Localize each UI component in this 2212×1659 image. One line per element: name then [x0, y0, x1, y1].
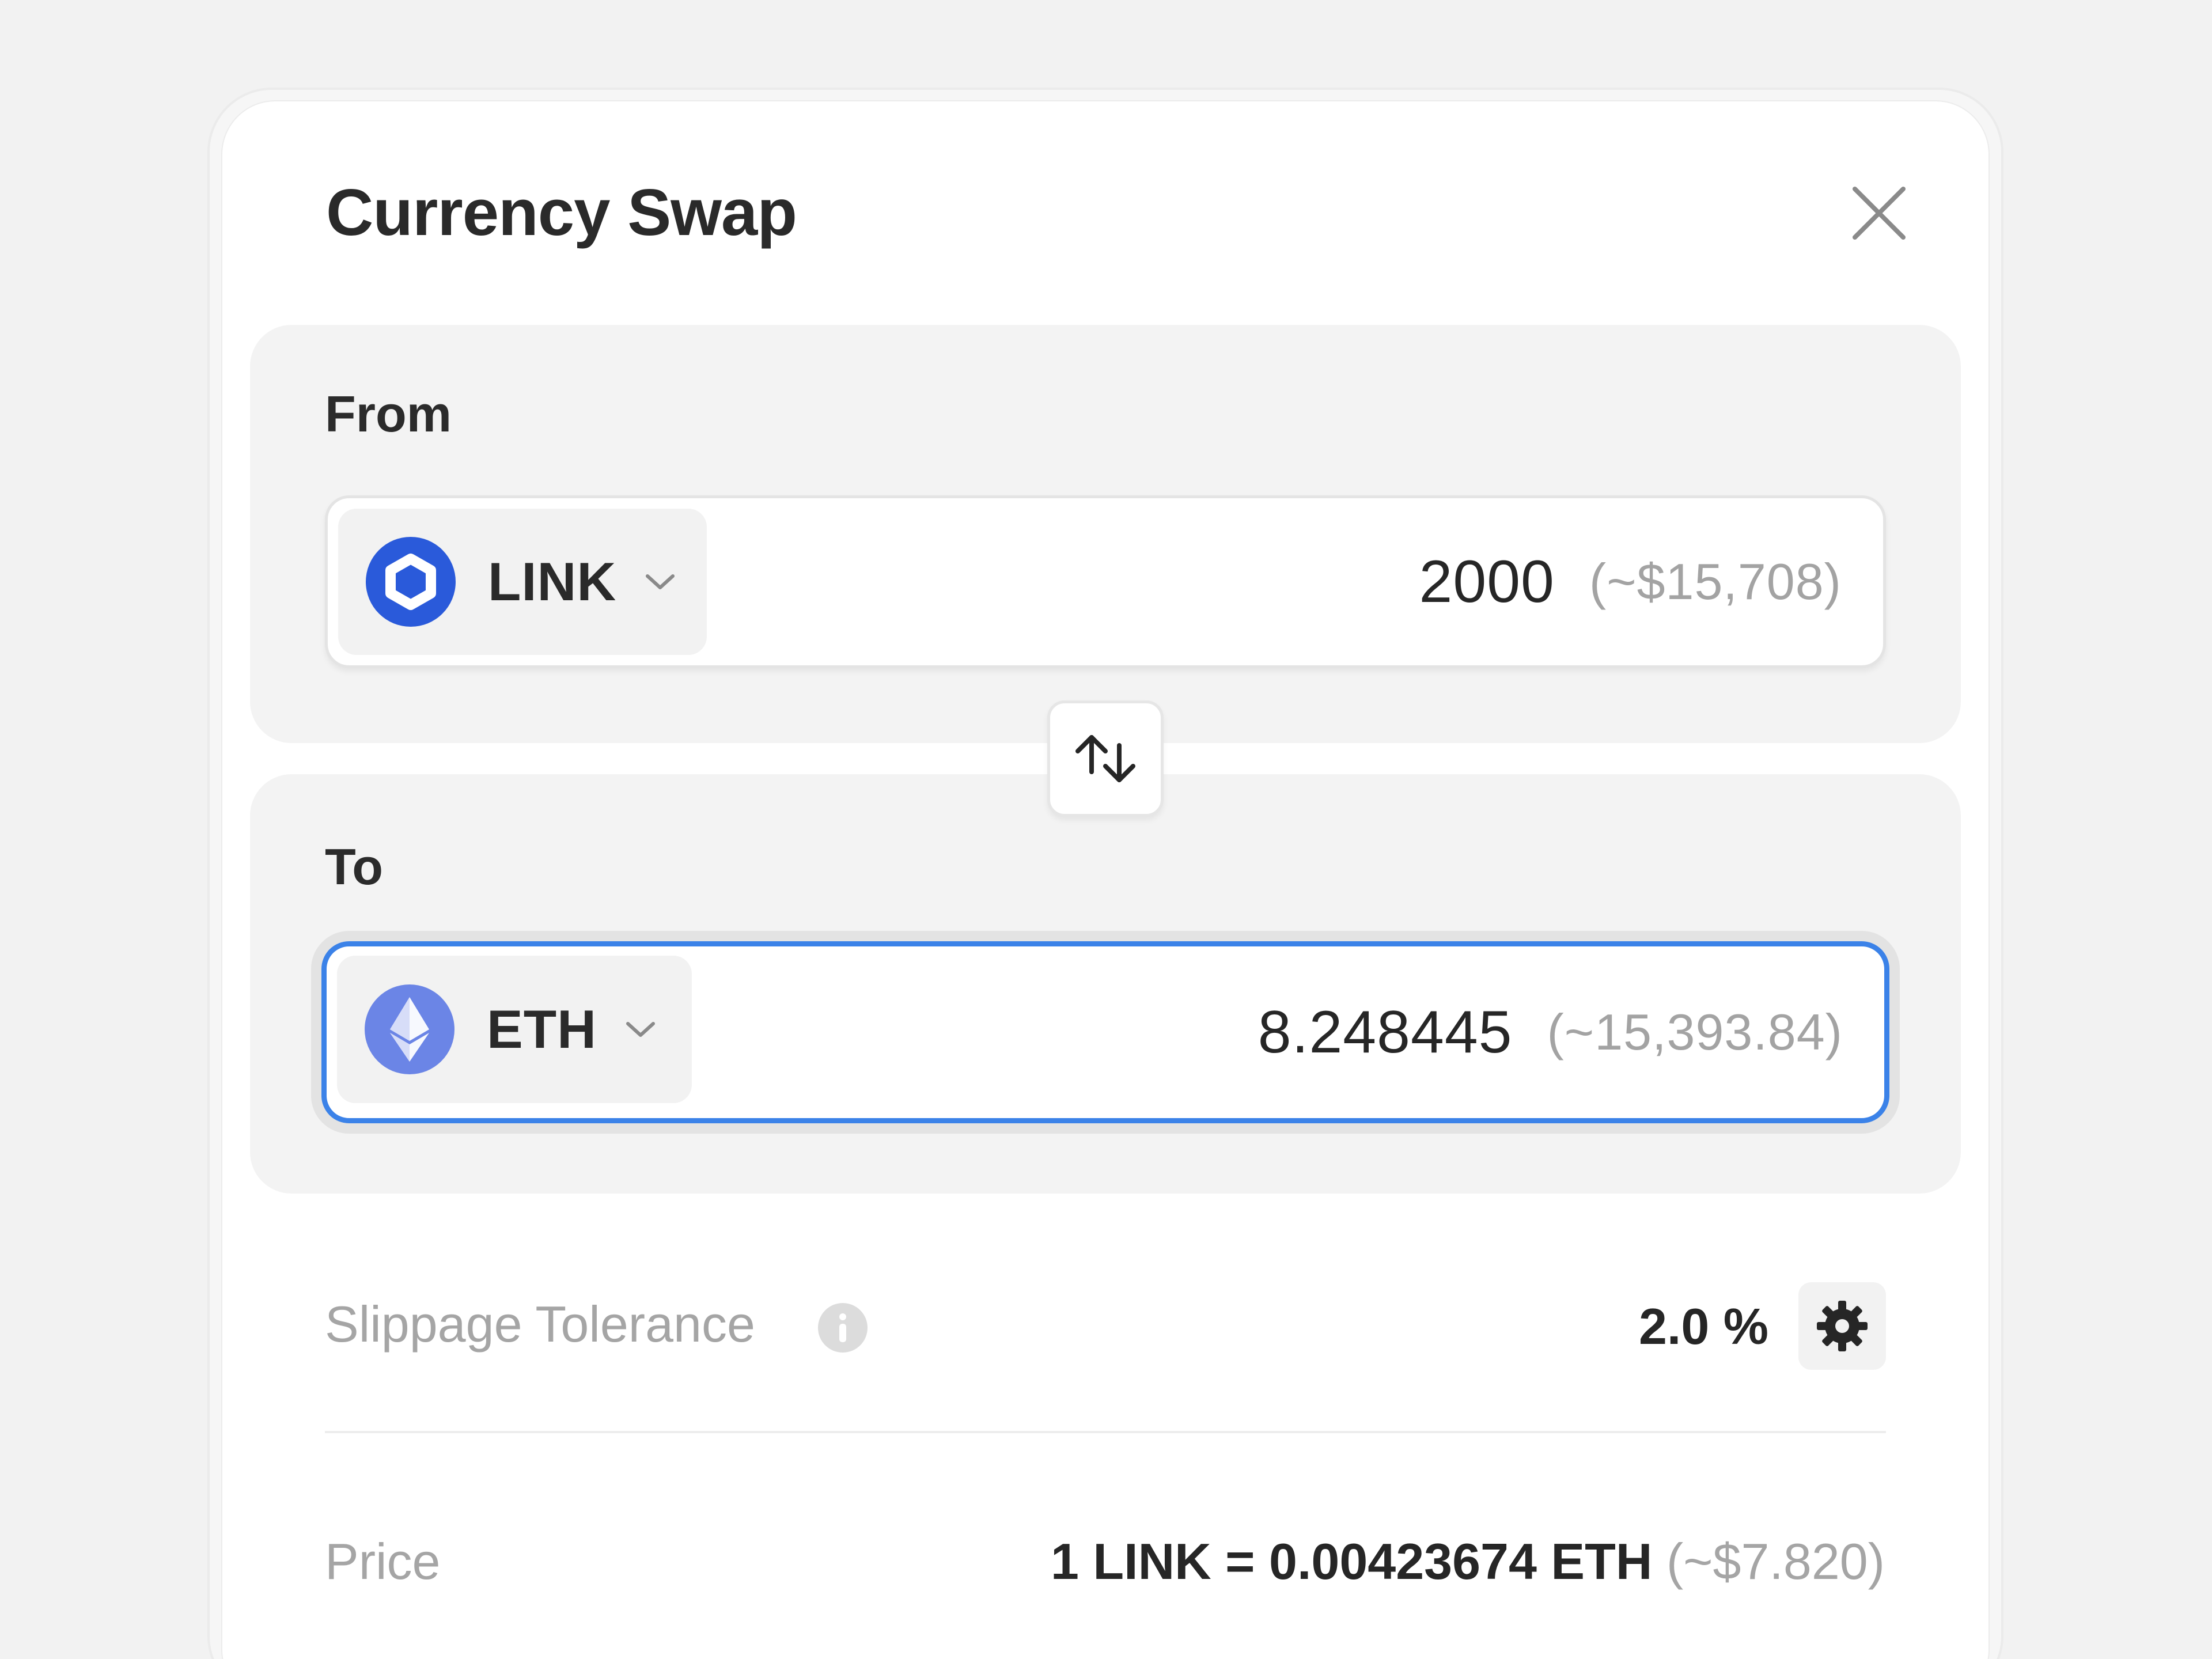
to-usd-estimate: (~15,393.84) [1547, 1003, 1843, 1060]
chevron-down-icon [643, 570, 677, 593]
from-amount-value[interactable]: 2000 [1419, 548, 1555, 616]
to-label: To [325, 838, 383, 895]
price-label: Price [325, 1533, 441, 1590]
chainlink-icon [366, 537, 456, 627]
to-panel: To ETH 8.248445 (~15,393.84) [250, 774, 1961, 1194]
slippage-value: 2.0 % [1638, 1298, 1768, 1355]
to-amount-group: 8.248445 (~15,393.84) [1258, 946, 1843, 1118]
to-amount-value[interactable]: 8.248445 [1258, 998, 1513, 1067]
from-label: From [325, 385, 452, 442]
price-rate: 1 LINK = 0.00423674 ETH [1051, 1533, 1653, 1590]
from-token-symbol: LINK [488, 551, 617, 612]
swap-arrows-icon [1075, 735, 1135, 782]
slippage-settings-button[interactable] [1798, 1282, 1886, 1370]
from-amount-group: 2000 (~$15,708) [1419, 498, 1842, 665]
chevron-down-icon [623, 1018, 658, 1041]
from-panel: From LINK 2000 (~$15,708) [250, 325, 1961, 743]
close-icon [1853, 187, 1906, 240]
price-usd-estimate: (~$7.820) [1666, 1533, 1885, 1590]
from-token-select[interactable]: LINK [338, 509, 707, 655]
to-token-select[interactable]: ETH [337, 956, 692, 1103]
dialog-title: Currency Swap [326, 176, 797, 249]
swap-direction-button[interactable] [1047, 700, 1164, 817]
from-amount-field[interactable]: LINK 2000 (~$15,708) [325, 495, 1886, 668]
slippage-label: Slippage Tolerance [325, 1296, 755, 1353]
from-usd-estimate: (~$15,708) [1589, 553, 1842, 610]
price-value: 1 LINK = 0.00423674 ETH (~$7.820) [1051, 1532, 1885, 1591]
gear-icon [1817, 1301, 1868, 1351]
info-icon[interactable] [818, 1303, 868, 1353]
ethereum-icon [365, 984, 454, 1074]
to-amount-field[interactable]: ETH 8.248445 (~15,393.84) [321, 941, 1889, 1123]
to-token-symbol: ETH [487, 999, 597, 1059]
close-button[interactable] [1849, 183, 1909, 243]
divider [325, 1431, 1886, 1433]
